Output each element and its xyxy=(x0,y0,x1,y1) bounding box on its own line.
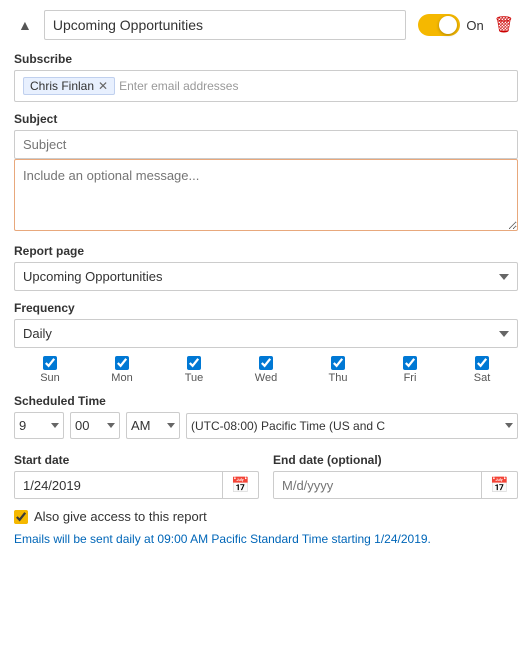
end-date-calendar-button[interactable]: 📅 xyxy=(481,472,517,498)
access-row: Also give access to this report xyxy=(14,509,518,524)
date-row: Start date 📅 End date (optional) 📅 xyxy=(14,443,518,499)
subject-label: Subject xyxy=(14,112,518,126)
day-cell-sat: Sat xyxy=(446,356,518,384)
day-checkbox-wed[interactable] xyxy=(259,356,273,370)
frequency-select[interactable]: Daily Weekly Monthly xyxy=(14,319,518,348)
day-cell-mon: Mon xyxy=(86,356,158,384)
end-date-wrap: 📅 xyxy=(273,471,518,499)
delete-button[interactable]: 🗑 xyxy=(490,13,518,37)
summary-text: Emails will be sent daily at 09:00 AM Pa… xyxy=(14,532,518,546)
access-label: Also give access to this report xyxy=(34,509,207,524)
frequency-label: Frequency xyxy=(14,301,518,315)
day-cell-wed: Wed xyxy=(230,356,302,384)
subscribe-placeholder: Enter email addresses xyxy=(119,79,238,93)
start-date-wrap: 📅 xyxy=(14,471,259,499)
subscriber-tag: Chris Finlan ✕ xyxy=(23,77,115,95)
subject-input[interactable] xyxy=(14,130,518,159)
end-date-group: End date (optional) 📅 xyxy=(273,443,518,499)
subscriber-name: Chris Finlan xyxy=(30,79,94,93)
day-checkbox-thu[interactable] xyxy=(331,356,345,370)
access-checkbox[interactable] xyxy=(14,510,28,524)
tag-remove-button[interactable]: ✕ xyxy=(98,80,108,92)
day-checkbox-tue[interactable] xyxy=(187,356,201,370)
report-page-select[interactable]: Upcoming Opportunities xyxy=(14,262,518,291)
day-checkbox-sun[interactable] xyxy=(43,356,57,370)
day-cell-thu: Thu xyxy=(302,356,374,384)
start-date-calendar-button[interactable]: 📅 xyxy=(222,472,258,498)
day-label-sun: Sun xyxy=(40,372,60,384)
subscribe-field[interactable]: Chris Finlan ✕ Enter email addresses xyxy=(14,70,518,102)
hour-select[interactable]: 9 xyxy=(14,412,64,439)
header-row: ▲ On 🗑 xyxy=(14,10,518,40)
toggle-label: On xyxy=(466,18,483,33)
start-date-group: Start date 📅 xyxy=(14,443,259,499)
subscribe-label: Subscribe xyxy=(14,52,518,66)
day-label-tue: Tue xyxy=(185,372,204,384)
title-input[interactable] xyxy=(44,10,406,40)
day-label-wed: Wed xyxy=(255,372,277,384)
day-label-mon: Mon xyxy=(111,372,132,384)
toggle-area: On 🗑 xyxy=(418,13,518,37)
end-date-label: End date (optional) xyxy=(273,453,518,467)
day-checkbox-sat[interactable] xyxy=(475,356,489,370)
time-row: 9 00 AM PM (UTC-08:00) Pacific Time (US … xyxy=(14,412,518,439)
day-checkbox-fri[interactable] xyxy=(403,356,417,370)
day-checkbox-mon[interactable] xyxy=(115,356,129,370)
start-date-label: Start date xyxy=(14,453,259,467)
ampm-select[interactable]: AM PM xyxy=(126,412,180,439)
day-cell-sun: Sun xyxy=(14,356,86,384)
toggle-switch[interactable] xyxy=(418,14,460,36)
collapse-button[interactable]: ▲ xyxy=(14,15,36,35)
days-row: Sun Mon Tue Wed Thu Fri Sat xyxy=(14,356,518,384)
end-date-input[interactable] xyxy=(274,473,481,498)
day-cell-fri: Fri xyxy=(374,356,446,384)
day-cell-tue: Tue xyxy=(158,356,230,384)
message-textarea[interactable] xyxy=(14,159,518,231)
day-label-sat: Sat xyxy=(474,372,491,384)
minute-select[interactable]: 00 xyxy=(70,412,120,439)
day-label-fri: Fri xyxy=(404,372,417,384)
timezone-select[interactable]: (UTC-08:00) Pacific Time (US and C xyxy=(186,413,518,439)
day-label-thu: Thu xyxy=(329,372,348,384)
report-page-label: Report page xyxy=(14,244,518,258)
start-date-input[interactable] xyxy=(15,473,222,498)
scheduled-time-label: Scheduled Time xyxy=(14,394,518,408)
